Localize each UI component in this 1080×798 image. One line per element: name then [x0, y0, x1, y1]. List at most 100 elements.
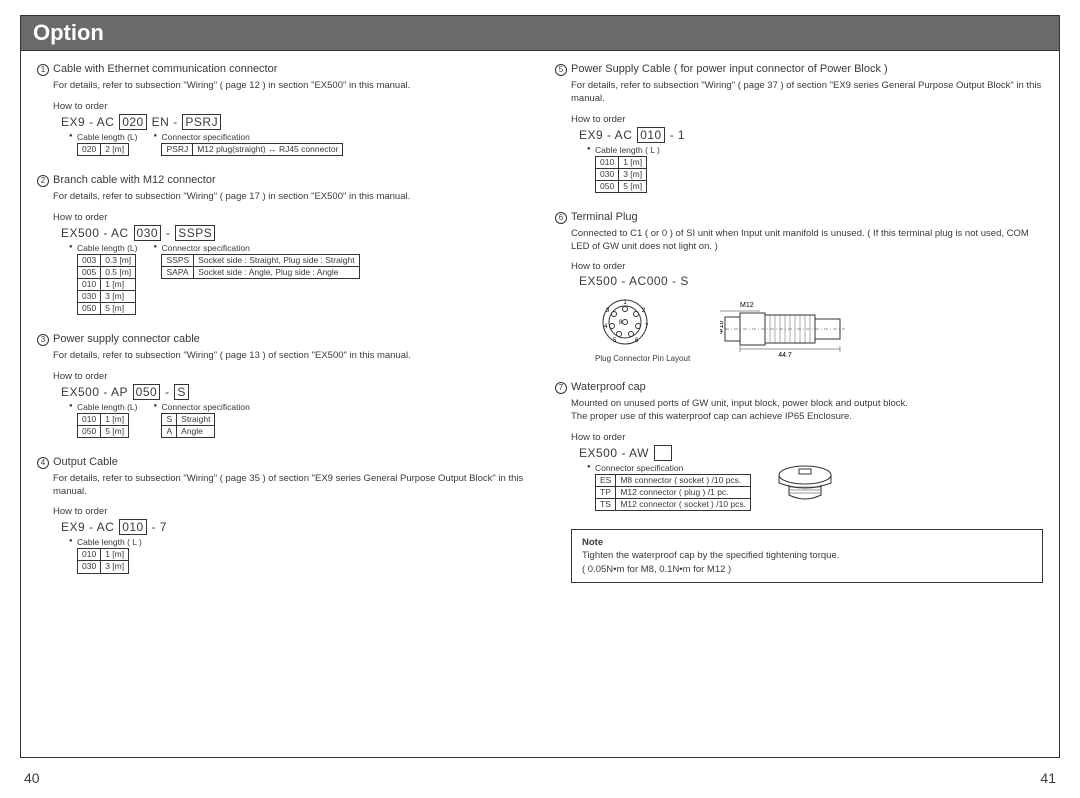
- circled-6-icon: 6: [555, 212, 567, 224]
- len-table-4: 0101 [m] 0303 [m]: [77, 548, 129, 573]
- pn1-box1: 020: [119, 114, 147, 130]
- svg-text:7: 7: [645, 324, 649, 330]
- pn5-prefix: EX9 - AC: [579, 128, 632, 142]
- section-5-label: Power Supply Cable ( for power input con…: [571, 63, 888, 75]
- left-column: 1 Cable with Ethernet communication conne…: [37, 63, 525, 592]
- section-4-title: 4 Output Cable: [37, 456, 525, 469]
- pn3-box1: 050: [133, 384, 161, 400]
- section-3-label: Power supply connector cable: [53, 333, 200, 345]
- section-1-body: For details, refer to subsection "Wiring…: [53, 80, 525, 93]
- pn1-mid: EN -: [152, 115, 178, 129]
- section-1-title: 1 Cable with Ethernet communication conne…: [37, 63, 525, 76]
- pn2-box2: SSPS: [175, 225, 215, 241]
- section-4: 4 Output Cable For details, refer to subs…: [37, 456, 525, 574]
- svg-text:4: 4: [604, 324, 608, 330]
- conn-table-7: ESM8 connector ( socket ) /10 pcs. TPM12…: [595, 474, 751, 511]
- circled-7-icon: 7: [555, 382, 567, 394]
- plug-sideview-block: M12 Φ16 44.7: [720, 299, 850, 359]
- waterproof-cap-icon: [775, 463, 835, 507]
- note-line2: ( 0.05N•m for M8, 0.1N•m for M12 ): [582, 563, 1032, 576]
- svg-text:44.7: 44.7: [778, 352, 792, 359]
- len-table-2: 0030.3 [m] 0050.5 [m] 0101 [m] 0303 [m] …: [77, 254, 136, 315]
- conn-table-1: PSRJM12 plug(straight) ↔ RJ45 connector: [161, 143, 343, 156]
- page-number-left: 40: [24, 770, 40, 786]
- conn-block-3: Connector specification SStraight AAngle: [161, 402, 249, 438]
- len-label-3: Cable length (L): [77, 402, 137, 412]
- pin-layout-icon: 1 2 7 6 5 4 3 8: [595, 294, 655, 354]
- circled-3-icon: 3: [37, 334, 49, 346]
- circled-5-icon: 5: [555, 64, 567, 76]
- section-1: 1 Cable with Ethernet communication conne…: [37, 63, 525, 156]
- pn4-prefix: EX9 - AC: [61, 520, 114, 534]
- partno-1: EX9 - AC 020 EN - PSRJ: [61, 114, 525, 130]
- partno-7: EX500 - AW: [579, 445, 1043, 461]
- len-block-3: Cable length (L) 0101 [m] 0505 [m]: [77, 402, 137, 438]
- waterproof-cap-drawing: [775, 463, 835, 507]
- len-label-2: Cable length (L): [77, 243, 137, 253]
- pn3-mid: -: [165, 385, 170, 399]
- svg-text:1: 1: [623, 300, 627, 306]
- howto-6: How to order: [571, 261, 1043, 272]
- section-7: 7 Waterproof cap Mounted on unused ports …: [555, 381, 1043, 511]
- conn-label-1: Connector specification: [161, 132, 343, 142]
- pin-layout-label: Plug Connector Pin Layout: [595, 354, 690, 363]
- circled-1-icon: 1: [37, 64, 49, 76]
- conn-label-2: Connector specification: [161, 243, 359, 253]
- len-block-4: Cable length ( L ) 0101 [m] 0303 [m]: [77, 537, 142, 573]
- section-5-title: 5 Power Supply Cable ( for power input co…: [555, 63, 1043, 76]
- m12-dim-label: M12: [740, 302, 754, 309]
- callouts-3: Cable length (L) 0101 [m] 0505 [m] Conne…: [77, 402, 525, 438]
- page-number-right: 41: [1040, 770, 1056, 786]
- circled-4-icon: 4: [37, 457, 49, 469]
- note-title: Note: [582, 536, 1032, 549]
- section-6-title: 6Terminal Plug: [555, 211, 1043, 224]
- pn7-blank: [654, 445, 672, 461]
- section-2: 2Branch cable with M12 connector For det…: [37, 174, 525, 315]
- section-4-body: For details, refer to subsection "Wiring…: [53, 473, 525, 499]
- conn-table-2: SSPSSocket side : Straight, Plug side : …: [161, 254, 359, 279]
- conn-label-3: Connector specification: [161, 402, 249, 412]
- pn2-box1: 030: [134, 225, 162, 241]
- note-box: Note Tighten the waterproof cap by the s…: [571, 529, 1043, 583]
- len-label-1: Cable length (L): [77, 132, 137, 142]
- section-7-body1: Mounted on unused ports of GW unit, inpu…: [571, 398, 1043, 411]
- pn1-prefix: EX9 - AC: [61, 115, 114, 129]
- section-2-body: For details, refer to subsection "Wiring…: [53, 191, 525, 204]
- pn1-box2: PSRJ: [182, 114, 221, 130]
- howto-7: How to order: [571, 432, 1043, 443]
- callouts-5: Cable length ( L ) 0101 [m] 0303 [m] 050…: [595, 145, 1043, 193]
- plug-sideview-icon: M12 Φ16 44.7: [720, 299, 850, 359]
- note-line1: Tighten the waterproof cap by the specif…: [582, 549, 1032, 562]
- pn2-mid: -: [166, 226, 171, 240]
- content-columns: 1 Cable with Ethernet communication conne…: [21, 51, 1059, 604]
- pn4-box1: 010: [119, 519, 147, 535]
- conn-table-3: SStraight AAngle: [161, 413, 215, 438]
- pn5-box1: 010: [637, 127, 665, 143]
- len-table-1: 0202 [m]: [77, 143, 129, 156]
- section-7-label: Waterproof cap: [571, 381, 646, 393]
- conn-block-1: Connector specification PSRJM12 plug(str…: [161, 132, 343, 156]
- partno-3: EX500 - AP 050 - S: [61, 384, 525, 400]
- howto-5: How to order: [571, 114, 1043, 125]
- section-1-label: Cable with Ethernet communication connec…: [53, 63, 277, 75]
- section-7-body2: The proper use of this waterproof cap ca…: [571, 411, 1043, 424]
- conn-label-7: Connector specification: [595, 463, 751, 473]
- svg-text:Φ16: Φ16: [720, 320, 725, 333]
- section-3-title: 3 Power supply connector cable: [37, 333, 525, 346]
- pn5-suffix: - 1: [670, 128, 686, 142]
- pn3-prefix: EX500 - AP: [61, 385, 128, 399]
- conn-block-7: Connector specification ESM8 connector (…: [595, 463, 751, 511]
- callouts-2: Cable length (L) 0030.3 [m] 0050.5 [m] 0…: [77, 243, 525, 315]
- page-frame: Option 1Cable with Ethernet communicatio…: [20, 15, 1060, 758]
- section-6: 6Terminal Plug Connected to C1 ( or 0 ) …: [555, 211, 1043, 364]
- section-3-body: For details, refer to subsection "Wiring…: [53, 350, 525, 363]
- svg-text:5: 5: [613, 338, 617, 344]
- section-4-label: Output Cable: [53, 456, 118, 468]
- len-label-4: Cable length ( L ): [77, 537, 142, 547]
- len-table-3: 0101 [m] 0505 [m]: [77, 413, 129, 438]
- section-2-label: Branch cable with M12 connector: [53, 174, 216, 186]
- callouts-7: Connector specification ESM8 connector (…: [595, 463, 1043, 511]
- len-label-5: Cable length ( L ): [595, 145, 660, 155]
- pn4-suffix: - 7: [152, 520, 168, 534]
- partno-6: EX500 - AC000 - S: [579, 274, 1043, 288]
